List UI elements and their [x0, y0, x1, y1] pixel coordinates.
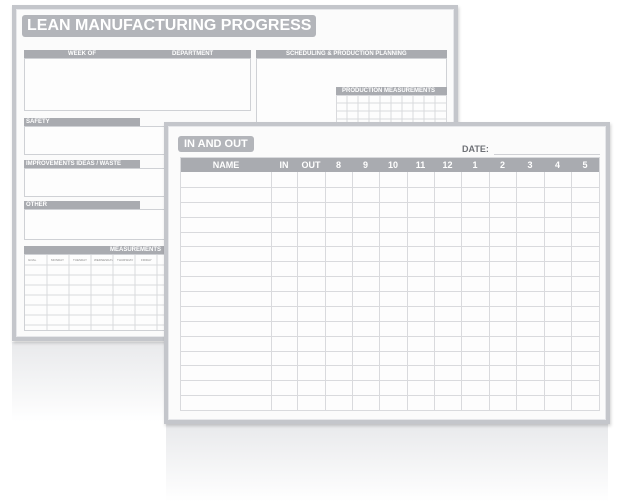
table-row-line	[181, 321, 599, 322]
other-header: OTHER	[24, 201, 140, 209]
measurements-label: MEASUREMENTS	[110, 247, 162, 253]
front-board-title: IN AND OUT	[178, 136, 254, 152]
table-row-line	[181, 217, 599, 218]
week-of-label: WEEK OF	[68, 51, 96, 57]
measurements-table: GOAL MONDAY TUESDAY WEDNESDAY THURSDAY F…	[24, 254, 169, 331]
table-column-line	[271, 172, 272, 410]
safety-box	[24, 126, 169, 155]
table-row-line	[181, 395, 599, 396]
table-row-line	[181, 276, 599, 277]
table-row-line	[181, 306, 599, 307]
other-label: OTHER	[26, 202, 47, 208]
scheduling-label: SCHEDULING & PRODUCTION PLANNING	[286, 51, 407, 57]
col-5: 5	[582, 160, 588, 170]
table-column-line	[489, 172, 490, 410]
table-column-line	[461, 172, 462, 410]
scheduling-header: SCHEDULING & PRODUCTION PLANNING	[256, 50, 447, 58]
col-12: 12	[442, 160, 453, 170]
table-row-line	[181, 351, 599, 352]
table-column-line	[325, 172, 326, 410]
front-board-reflection	[166, 424, 608, 502]
measurements-grid	[25, 255, 168, 330]
col-in: IN	[279, 160, 289, 170]
improvements-header: IMPROVEMENTS IDEAS / WASTE	[24, 160, 140, 168]
table-row-line	[181, 232, 599, 233]
col-9: 9	[362, 160, 368, 170]
production-measurements-header: PRODUCTION MEASUREMENTS	[336, 87, 447, 95]
table-row-line	[181, 261, 599, 262]
table-header-row: NAME IN OUT 8 9 10 11 12 1 2 3 4 5	[181, 158, 599, 172]
col-2: 2	[499, 160, 505, 170]
measurements-header: MEASUREMENTS	[24, 246, 169, 254]
safety-label: SAFETY	[26, 119, 50, 125]
col-out: OUT	[301, 160, 321, 170]
table-row-line	[181, 380, 599, 381]
week-department-box	[24, 58, 251, 111]
table-column-line	[379, 172, 380, 410]
back-board-reflection	[12, 342, 168, 422]
col-4: 4	[554, 160, 560, 170]
in-and-out-board: IN AND OUT DATE: NAME IN OUT 8 9 10 11 1…	[164, 122, 610, 424]
col-11: 11	[415, 160, 426, 170]
table-column-line	[544, 172, 545, 410]
col-8: 8	[335, 160, 341, 170]
department-label: DEPARTMENT	[172, 51, 214, 57]
week-of-header: WEEK OF DEPARTMENT	[24, 50, 251, 58]
table-row-line	[181, 365, 599, 366]
table-row-line	[181, 291, 599, 292]
col-1: 1	[472, 160, 478, 170]
col-name: NAME	[212, 160, 240, 170]
production-measurements-label: PRODUCTION MEASUREMENTS	[342, 88, 436, 94]
table-column-line	[407, 172, 408, 410]
improvements-box	[24, 168, 169, 197]
table-row-line	[181, 246, 599, 247]
table-column-line	[571, 172, 572, 410]
table-row-line	[181, 187, 599, 188]
date-label: DATE:	[462, 144, 489, 154]
table-row-line	[181, 336, 599, 337]
other-box	[24, 209, 169, 240]
date-line	[494, 154, 600, 155]
table-column-line	[434, 172, 435, 410]
table-column-line	[516, 172, 517, 410]
back-board-title: LEAN MANUFACTURING PROGRESS	[22, 15, 317, 37]
table-row-line	[181, 202, 599, 203]
table-column-line	[352, 172, 353, 410]
table-column-line	[297, 172, 298, 410]
in-and-out-table: NAME IN OUT 8 9 10 11 12 1 2 3 4 5	[180, 157, 600, 411]
col-10: 10	[387, 160, 398, 170]
safety-header: SAFETY	[24, 118, 140, 126]
table-grid	[181, 172, 599, 410]
col-3: 3	[527, 160, 533, 170]
improvements-label: IMPROVEMENTS IDEAS / WASTE	[26, 161, 122, 167]
